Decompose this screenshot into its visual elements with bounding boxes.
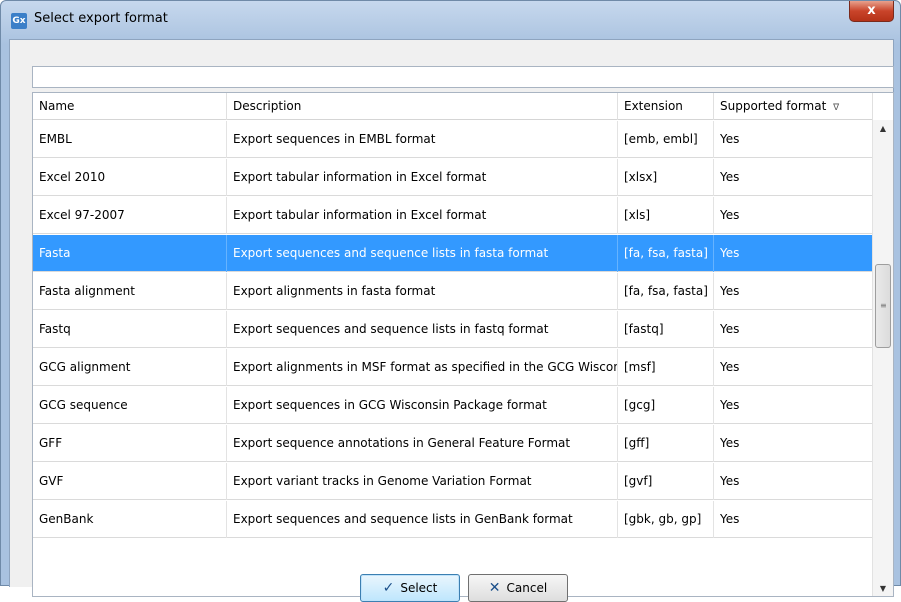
table-row[interactable]: GFF Export sequence annotations in Genera…: [33, 425, 873, 462]
name-cell: GCG sequence: [33, 387, 227, 424]
supported-format-cell: Yes: [720, 284, 740, 298]
supported-format-cell: Yes: [720, 208, 740, 222]
table-row[interactable]: Fasta alignment Export alignments in fast…: [33, 273, 873, 310]
description-cell: Export sequences in GCG Wisconsin Packag…: [227, 387, 618, 424]
supported-format-cell: Yes: [720, 170, 740, 184]
supported-format-cell: Yes: [720, 436, 740, 450]
column-header-description[interactable]: Description: [227, 93, 618, 120]
table-row[interactable]: GVF Export variant tracks in Genome Varia…: [33, 463, 873, 500]
name-cell: Fastq: [33, 311, 227, 348]
scroll-up-arrow-icon[interactable]: ▲: [873, 120, 893, 137]
supported-format-cell: Yes: [720, 474, 740, 488]
column-header-label: Supported format: [720, 99, 827, 113]
column-header-supported-format[interactable]: Supported format ∇: [714, 93, 873, 120]
extension-cell: [fa, fsa, fasta]: [618, 273, 714, 310]
filter-input[interactable]: [32, 66, 894, 88]
name-cell: Fasta alignment: [33, 273, 227, 310]
table-row[interactable]: Excel 97-2007 Export tabular information …: [33, 197, 873, 234]
dialog-body: Name Description Extension Supported for…: [9, 39, 894, 602]
column-header-label: Description: [233, 99, 302, 113]
name-cell: Fasta: [33, 235, 227, 272]
column-header-label: Name: [39, 99, 75, 113]
extension-cell: [xlsx]: [618, 159, 714, 196]
table-row[interactable]: GCG alignment Export alignments in MSF fo…: [33, 349, 873, 386]
supported-format-cell: Yes: [720, 398, 740, 412]
description-cell: Export alignments in fasta format: [227, 273, 618, 310]
table-header: Name Description Extension Supported for…: [33, 93, 873, 120]
select-button-label: Select: [400, 581, 438, 595]
description-cell: Export tabular information in Excel form…: [227, 197, 618, 234]
supported-format-cell: Yes: [720, 322, 740, 336]
supported-format-cell: Yes: [720, 360, 740, 374]
cancel-button[interactable]: ✕ Cancel: [468, 574, 568, 602]
extension-cell: [gbk, gb, gp]: [618, 501, 714, 538]
description-cell: Export variant tracks in Genome Variatio…: [227, 463, 618, 500]
extension-cell: [fa, fsa, fasta]: [618, 235, 714, 272]
select-button[interactable]: ✓ Select: [360, 574, 460, 602]
cancel-button-label: Cancel: [506, 581, 548, 595]
name-cell: Excel 97-2007: [33, 197, 227, 234]
description-cell: Export tabular information in Excel form…: [227, 159, 618, 196]
extension-cell: [emb, embl]: [618, 121, 714, 158]
description-cell: Export sequences in EMBL format: [227, 121, 618, 158]
app-logo-icon: Gx: [11, 13, 27, 29]
name-cell: GCG alignment: [33, 349, 227, 386]
name-cell: GenBank: [33, 501, 227, 538]
scroll-thumb[interactable]: ≡: [875, 264, 891, 348]
name-cell: EMBL: [33, 121, 227, 158]
name-cell: Excel 2010: [33, 159, 227, 196]
extension-cell: [xls]: [618, 197, 714, 234]
table-row[interactable]: EMBL Export sequences in EMBL format [emb,…: [33, 121, 873, 158]
description-cell: Export sequences and sequence lists in f…: [227, 235, 618, 272]
vertical-scrollbar[interactable]: ▲ ≡ ▼: [872, 120, 893, 596]
description-cell: Export sequences and sequence lists in f…: [227, 311, 618, 348]
name-cell: GVF: [33, 463, 227, 500]
extension-cell: [gvf]: [618, 463, 714, 500]
supported-format-cell: Yes: [720, 512, 740, 526]
extension-cell: [gcg]: [618, 387, 714, 424]
title-bar[interactable]: Gx Select export format x: [1, 1, 900, 39]
description-cell: Export sequences and sequence lists in G…: [227, 501, 618, 538]
table-row[interactable]: Excel 2010 Export tabular information in …: [33, 159, 873, 196]
supported-format-cell: Yes: [720, 132, 740, 146]
dialog-title: Select export format: [34, 11, 168, 26]
grip-icon: ≡: [880, 301, 887, 310]
description-cell: Export sequence annotations in General F…: [227, 425, 618, 462]
x-icon: ✕: [488, 580, 501, 596]
format-table: Name Description Extension Supported for…: [32, 92, 894, 597]
table-row[interactable]: Fasta Export sequences and sequence lists…: [33, 235, 873, 272]
sort-descending-icon: ∇: [833, 103, 840, 113]
check-icon: ✓: [382, 580, 395, 596]
table-row[interactable]: GenBank Export sequences and sequence lis…: [33, 501, 873, 538]
close-icon: x: [867, 3, 876, 18]
column-header-label: Extension: [624, 99, 683, 113]
table-row[interactable]: GCG sequence Export sequences in GCG Wisc…: [33, 387, 873, 424]
description-cell: Export alignments in MSF format as speci…: [227, 349, 618, 386]
export-format-dialog: Gx Select export format x Name Descripti…: [0, 0, 901, 602]
scroll-down-arrow-icon[interactable]: ▼: [873, 580, 893, 596]
extension-cell: [fastq]: [618, 311, 714, 348]
extension-cell: [msf]: [618, 349, 714, 386]
supported-format-cell: Yes: [720, 246, 740, 260]
name-cell: GFF: [33, 425, 227, 462]
close-button[interactable]: x: [849, 1, 894, 22]
extension-cell: [gff]: [618, 425, 714, 462]
column-header-extension[interactable]: Extension: [618, 93, 714, 120]
table-row[interactable]: Fastq Export sequences and sequence lists…: [33, 311, 873, 348]
column-header-name[interactable]: Name: [33, 93, 227, 120]
